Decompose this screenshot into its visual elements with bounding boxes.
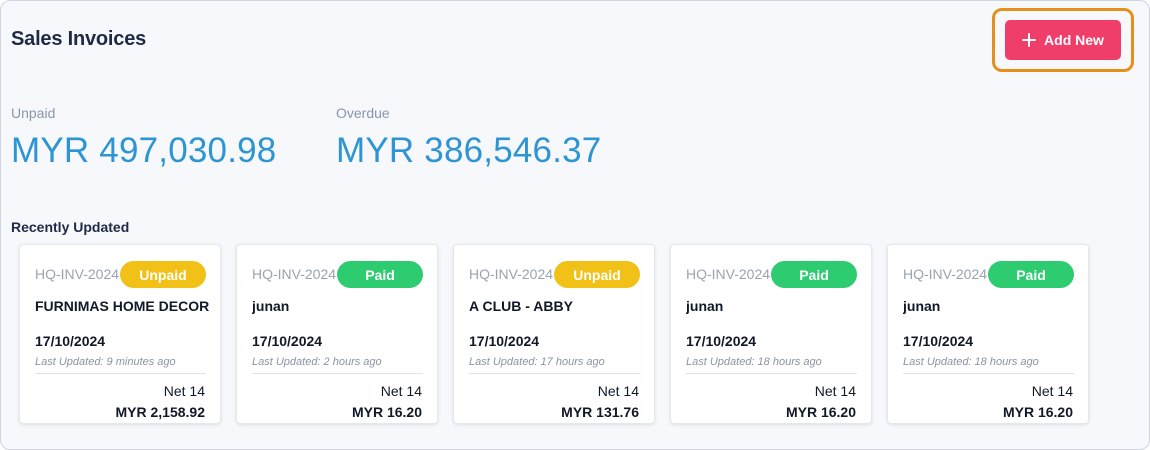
- payment-terms: Net 14: [1031, 383, 1073, 399]
- invoice-card[interactable]: HQ-INV-2024 Paid junan 17/10/2024 Last U…: [670, 244, 872, 424]
- status-badge: Paid: [337, 261, 423, 288]
- invoice-date: 17/10/2024: [686, 333, 757, 349]
- customer-name: junan: [903, 298, 941, 314]
- invoice-card[interactable]: HQ-INV-2024 Paid junan 17/10/2024 Last U…: [887, 244, 1089, 424]
- last-updated: Last Updated: 18 hours ago: [686, 356, 822, 368]
- status-badge: Unpaid: [120, 261, 206, 288]
- add-new-button[interactable]: Add New: [1005, 20, 1121, 60]
- card-divider: [686, 373, 857, 374]
- status-badge: Paid: [771, 261, 857, 288]
- card-divider: [252, 373, 423, 374]
- unpaid-value: MYR 497,030.98: [11, 131, 277, 170]
- invoice-amount: MYR 16.20: [351, 404, 422, 420]
- card-divider: [903, 373, 1074, 374]
- last-updated: Last Updated: 2 hours ago: [252, 356, 382, 368]
- payment-terms: Net 14: [597, 383, 639, 399]
- invoice-date: 17/10/2024: [35, 333, 106, 349]
- page-title: Sales Invoices: [11, 28, 147, 50]
- overdue-value: MYR 386,546.37: [336, 131, 602, 170]
- status-badge: Unpaid: [554, 261, 640, 288]
- overdue-label: Overdue: [336, 105, 390, 121]
- last-updated: Last Updated: 9 minutes ago: [35, 356, 176, 368]
- customer-name: FURNIMAS HOME DECOR: [35, 298, 210, 314]
- sales-invoices-panel: Sales Invoices Add New Unpaid MYR 497,03…: [0, 0, 1150, 450]
- invoice-amount: MYR 16.20: [1002, 404, 1073, 420]
- invoice-date: 17/10/2024: [469, 333, 540, 349]
- invoice-number: HQ-INV-2024: [469, 266, 554, 282]
- invoice-number: HQ-INV-2024: [252, 266, 337, 282]
- card-divider: [469, 373, 640, 374]
- payment-terms: Net 14: [380, 383, 422, 399]
- last-updated: Last Updated: 17 hours ago: [469, 356, 605, 368]
- invoice-amount: MYR 2,158.92: [115, 404, 206, 420]
- status-badge: Paid: [988, 261, 1074, 288]
- invoice-date: 17/10/2024: [903, 333, 974, 349]
- unpaid-stat: Unpaid MYR 497,030.98: [11, 105, 276, 171]
- last-updated: Last Updated: 18 hours ago: [903, 356, 1039, 368]
- customer-name: junan: [252, 298, 290, 314]
- recently-updated-title: Recently Updated: [11, 219, 130, 235]
- invoice-number: HQ-INV-2024: [35, 266, 120, 282]
- unpaid-label: Unpaid: [11, 105, 56, 121]
- invoice-card[interactable]: HQ-INV-2024 Paid junan 17/10/2024 Last U…: [236, 244, 438, 424]
- invoice-card[interactable]: HQ-INV-2024 Unpaid FURNIMAS HOME DECOR 1…: [19, 244, 221, 424]
- customer-name: A CLUB - ABBY: [469, 298, 573, 314]
- invoice-amount: MYR 131.76: [561, 404, 639, 420]
- invoice-number: HQ-INV-2024: [686, 266, 771, 282]
- invoice-number: HQ-INV-2024: [903, 266, 988, 282]
- plus-icon: [1022, 33, 1037, 47]
- overdue-stat: Overdue MYR 386,546.37: [336, 105, 601, 171]
- invoice-amount: MYR 16.20: [785, 404, 856, 420]
- invoice-card[interactable]: HQ-INV-2024 Unpaid A CLUB - ABBY 17/10/2…: [453, 244, 655, 424]
- customer-name: junan: [686, 298, 724, 314]
- card-divider: [35, 373, 206, 374]
- add-new-label: Add New: [1044, 32, 1104, 48]
- payment-terms: Net 14: [163, 383, 205, 399]
- payment-terms: Net 14: [814, 383, 856, 399]
- invoice-date: 17/10/2024: [252, 333, 323, 349]
